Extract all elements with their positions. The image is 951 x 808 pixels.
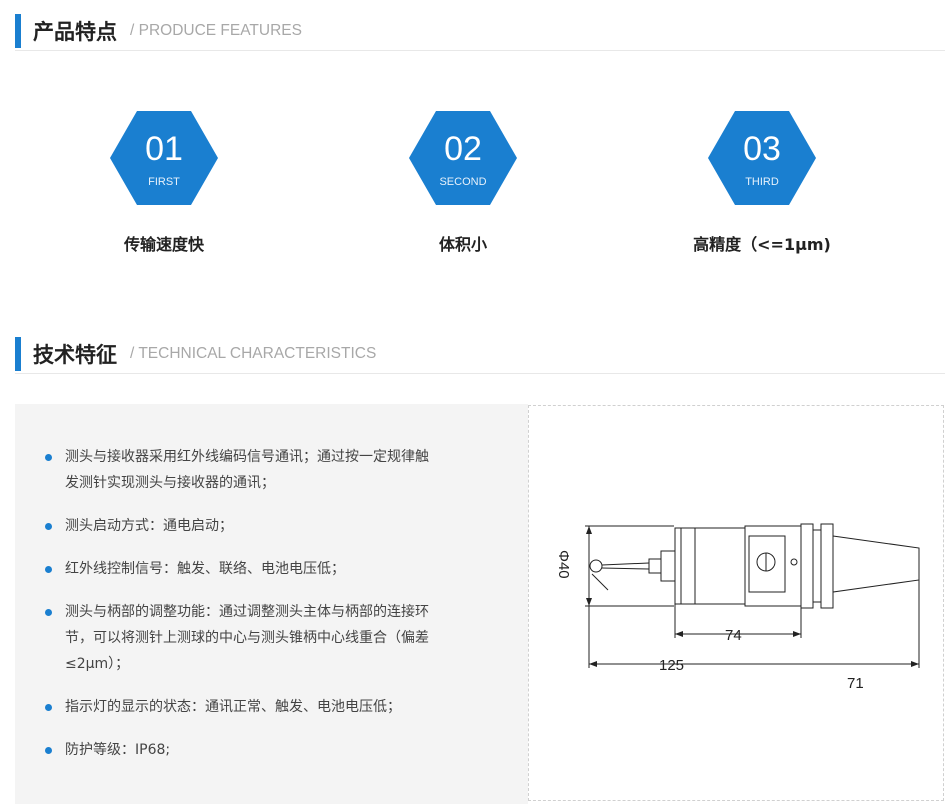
feature-ordinal: THIRD xyxy=(745,176,779,188)
tech-characteristics-panel: 测头与接收器采用红外线编码信号通讯；通过按一定规律触 发测针实现测头与接收器的通… xyxy=(15,404,528,804)
tech-subtitle: / TECHNICAL CHARACTERISTICS xyxy=(130,345,377,362)
list-item-line: 防护等级：IP68; xyxy=(65,742,171,758)
flange xyxy=(800,523,814,609)
feature-item-3: 03 THIRD 高精度（<=1μm) xyxy=(662,111,862,261)
feature-name: 传输速度快 xyxy=(123,235,204,254)
stylus-holder xyxy=(648,558,662,574)
list-item: 测头启动方式：通电启动； xyxy=(45,513,485,539)
list-item-line: 红外线控制信号：触发、联络、电池电压低； xyxy=(65,561,345,577)
bullet-icon xyxy=(45,704,52,711)
led-indicator xyxy=(790,558,798,566)
bullet-icon xyxy=(45,523,52,530)
list-item-line: 指示灯的显示的状态：通讯正常、触发、电池电压低； xyxy=(65,699,401,715)
stylus-shaft xyxy=(601,567,650,570)
stylus-ball xyxy=(589,559,603,573)
list-item-line: 测头启动方式：通电启动； xyxy=(65,518,233,534)
bullet-icon xyxy=(45,609,52,616)
accent-bar xyxy=(15,337,21,371)
arrow-head xyxy=(675,631,683,637)
list-item-line: 测头与接收器采用红外线编码信号通讯；通过按一定规律触 xyxy=(65,449,429,465)
list-item: 测头与柄部的调整功能：通过调整测头主体与柄部的连接环 节，可以将测针上测球的中心… xyxy=(45,599,485,677)
probe-body xyxy=(674,527,746,605)
arrow-head xyxy=(586,526,592,534)
feature-item-1: 01 FIRST 传输速度快 xyxy=(64,111,264,261)
hexagon-badge: 01 FIRST xyxy=(110,111,218,205)
probe-neck xyxy=(660,550,676,582)
features-title: 产品特点 xyxy=(33,20,117,44)
arrow-head xyxy=(589,661,597,667)
probe-collar xyxy=(744,525,802,607)
feature-name: 体积小 xyxy=(438,235,487,254)
flange-groove xyxy=(812,529,822,603)
dim-diameter-label: Φ40 xyxy=(555,550,572,579)
accent-bar xyxy=(15,14,21,48)
tech-title: 技术特征 xyxy=(33,343,117,367)
list-item-line: 测头与柄部的调整功能：通过调整测头主体与柄部的连接环 xyxy=(65,604,429,620)
taper-shank xyxy=(832,535,920,593)
list-item: 测头与接收器采用红外线编码信号通讯；通过按一定规律触 发测针实现测头与接收器的通… xyxy=(45,444,485,496)
feature-name: 高精度（<=1μm) xyxy=(693,235,831,254)
bullet-icon xyxy=(45,747,52,754)
list-item: 防护等级：IP68; xyxy=(45,737,485,763)
feature-number: 02 xyxy=(444,130,482,168)
hexagon-badge: 02 SECOND xyxy=(409,111,517,205)
features-header: 产品特点 / PRODUCE FEATURES xyxy=(15,14,945,51)
feature-number: 03 xyxy=(743,130,781,168)
feature-ordinal: FIRST xyxy=(148,176,180,188)
leader-line xyxy=(591,573,609,591)
features-subtitle: / PRODUCE FEATURES xyxy=(130,22,302,39)
flange xyxy=(820,523,834,609)
tech-list: 测头与接收器采用红外线编码信号通讯；通过按一定规律触 发测针实现测头与接收器的通… xyxy=(45,444,485,780)
hexagon-badge: 03 THIRD xyxy=(708,111,816,205)
list-item-line: 发测针实现测头与接收器的通讯； xyxy=(65,475,275,491)
dim-74-label: 74 xyxy=(725,627,742,644)
arrow-head xyxy=(793,631,801,637)
list-item: 红外线控制信号：触发、联络、电池电压低； xyxy=(45,556,485,582)
arrow-head xyxy=(911,661,919,667)
bullet-icon xyxy=(45,566,52,573)
feature-ordinal: SECOND xyxy=(439,176,487,188)
probe-drawing-panel: Φ40 74 125 71 xyxy=(528,405,944,801)
dim-125-label: 125 xyxy=(659,657,684,674)
stylus-shaft xyxy=(601,562,650,566)
feature-number: 01 xyxy=(145,130,183,168)
arrow-head xyxy=(586,598,592,606)
list-item-line: ≤2μm）； xyxy=(65,656,130,672)
probe-technical-drawing: Φ40 74 125 71 xyxy=(555,523,920,692)
list-item: 指示灯的显示的状态：通讯正常、触发、电池电压低； xyxy=(45,694,485,720)
tech-header: 技术特征 / TECHNICAL CHARACTERISTICS xyxy=(15,337,945,374)
indicator-window xyxy=(748,535,786,593)
list-item-line: 节，可以将测针上测球的中心与测头锥柄中心线重合（偏差 xyxy=(65,630,429,646)
feature-item-2: 02 SECOND 体积小 xyxy=(363,111,563,261)
dim-71-label: 71 xyxy=(847,675,864,692)
bullet-icon xyxy=(45,454,52,461)
